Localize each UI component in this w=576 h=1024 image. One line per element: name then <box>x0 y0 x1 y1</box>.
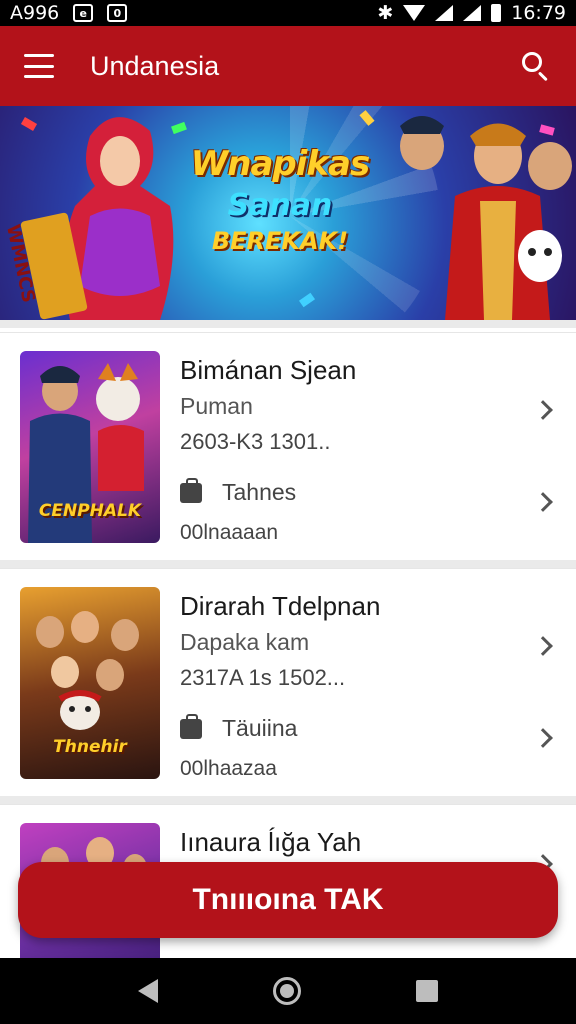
thumbnail-label: Thnehir <box>53 737 127 757</box>
home-icon[interactable] <box>272 977 301 1005</box>
list-item[interactable]: Thnehir Dirarah Tdelpnan Dapaka kam 2317… <box>0 568 576 796</box>
item-thumbnail: Thnehir <box>20 587 160 779</box>
banner-line-1: Wnapikas <box>190 144 370 184</box>
signal-icon <box>435 5 454 21</box>
item-title: Bimánan Sjean <box>180 355 357 385</box>
item-footer: 00lnaaaan <box>180 521 279 544</box>
divider <box>0 796 576 804</box>
wifi-icon <box>403 5 426 21</box>
divider <box>0 560 576 568</box>
thumbnail-label: CENPHALK <box>38 501 142 521</box>
chevron-right-icon[interactable] <box>533 400 553 420</box>
item-meta: 2317A 1s 1502... <box>180 665 346 690</box>
primary-cta-button[interactable]: Tnıııoına TAK <box>18 862 558 938</box>
list-item[interactable]: CENPHALK Bimánan Sjean Puman 2603-K3 130… <box>0 332 576 560</box>
briefcase-icon <box>180 478 202 503</box>
app-title: Undanesia <box>90 50 220 81</box>
back-icon[interactable] <box>137 979 158 1003</box>
item-title: Dirarah Tdelpnan <box>180 591 381 621</box>
item-tag: Täuiina <box>222 715 298 741</box>
chevron-right-icon[interactable] <box>533 492 553 512</box>
status-bar: A996 e 0 ✱ 16:79 <box>0 0 576 26</box>
notification-icon: 0 <box>107 4 128 22</box>
banner-line-2: Sanan <box>227 188 333 223</box>
app-bar: Undanesia <box>0 26 576 106</box>
item-thumbnail: CENPHALK <box>20 351 160 543</box>
divider <box>0 320 576 328</box>
banner-headline: Wnapikas Sanan BEREKAK! <box>180 144 380 255</box>
notification-icon: e <box>73 4 94 22</box>
signal-icon <box>463 5 482 21</box>
banner-line-3: BEREKAK! <box>211 227 349 255</box>
status-time-left: A996 <box>10 2 60 24</box>
status-time-right: 16:79 <box>511 2 566 24</box>
item-meta: 2603-K3 1301.. <box>180 429 331 454</box>
item-subtitle: Dapaka kam <box>180 629 310 655</box>
item-footer: 00lhaazaa <box>180 757 277 780</box>
item-title: Iınaura ĺığa Yah <box>180 827 362 857</box>
chevron-right-icon[interactable] <box>533 636 553 656</box>
system-nav-bar <box>0 958 576 1024</box>
recent-apps-icon[interactable] <box>416 980 439 1002</box>
chevron-right-icon[interactable] <box>533 728 553 748</box>
item-subtitle: Puman <box>180 393 253 419</box>
search-icon[interactable] <box>520 50 552 82</box>
briefcase-icon <box>180 714 202 739</box>
screen: A996 e 0 ✱ 16:79 Undanesia WMNCS Wnapika… <box>0 0 576 1024</box>
promo-banner[interactable]: WMNCS Wnapikas Sanan BEREKAK! <box>0 106 576 320</box>
battery-icon <box>491 4 502 22</box>
hamburger-menu-icon[interactable] <box>24 54 54 78</box>
heroes-illustration <box>400 116 572 320</box>
item-tag: Tahnes <box>222 479 297 505</box>
bluetooth-icon: ✱ <box>377 2 394 24</box>
